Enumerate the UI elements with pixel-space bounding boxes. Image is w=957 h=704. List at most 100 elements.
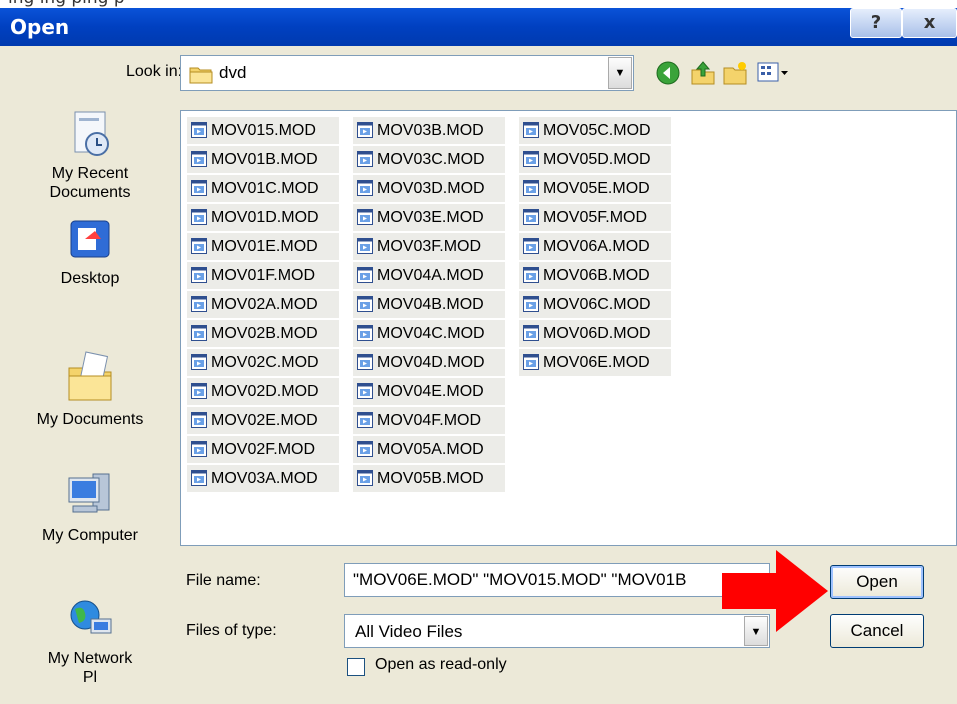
cancel-button[interactable]: Cancel	[830, 614, 924, 648]
file-name: MOV06C.MOD	[543, 296, 651, 313]
video-file-icon	[523, 151, 539, 167]
file-name: MOV04A.MOD	[377, 267, 484, 284]
video-file-icon	[523, 354, 539, 370]
file-item[interactable]: MOV02F.MOD	[187, 436, 339, 463]
video-file-icon	[191, 151, 207, 167]
places-bar: My Recent Documents Desktop My Documents…	[10, 100, 170, 704]
help-button[interactable]: ?	[850, 8, 902, 38]
look-in-value: dvd	[219, 63, 247, 82]
file-item[interactable]: MOV01E.MOD	[187, 233, 339, 260]
file-item[interactable]: MOV05C.MOD	[519, 117, 671, 144]
file-item[interactable]: MOV05B.MOD	[353, 465, 505, 492]
video-file-icon	[357, 180, 373, 196]
video-file-icon	[191, 122, 207, 138]
file-type-value: All Video Files	[355, 622, 463, 641]
file-item[interactable]: MOV015.MOD	[187, 117, 339, 144]
file-name: MOV01E.MOD	[211, 238, 318, 255]
file-name: MOV06A.MOD	[543, 238, 650, 255]
video-file-icon	[191, 209, 207, 225]
video-file-icon	[523, 122, 539, 138]
file-item[interactable]: MOV03D.MOD	[353, 175, 505, 202]
video-file-icon	[357, 470, 373, 486]
file-item[interactable]: MOV01D.MOD	[187, 204, 339, 231]
video-file-icon	[357, 151, 373, 167]
file-item[interactable]: MOV04A.MOD	[353, 262, 505, 289]
up-folder-icon[interactable]	[690, 60, 716, 86]
file-name: MOV04D.MOD	[377, 354, 485, 371]
back-icon[interactable]	[655, 60, 681, 86]
video-file-icon	[523, 325, 539, 341]
video-file-icon	[357, 325, 373, 341]
file-name: MOV04C.MOD	[377, 325, 485, 342]
file-name-input[interactable]: "MOV06E.MOD" "MOV015.MOD" "MOV01B	[344, 563, 770, 597]
file-item[interactable]: MOV04E.MOD	[353, 378, 505, 405]
video-file-icon	[191, 354, 207, 370]
file-item[interactable]: MOV02A.MOD	[187, 291, 339, 318]
file-name: MOV04E.MOD	[377, 383, 484, 400]
file-name: MOV01C.MOD	[211, 180, 319, 197]
file-item[interactable]: MOV06E.MOD	[519, 349, 671, 376]
file-item[interactable]: MOV04C.MOD	[353, 320, 505, 347]
place-my-network[interactable]: My Network Pl	[10, 595, 170, 687]
file-list[interactable]: MOV015.MOD MOV01B.MOD MOV01C.MOD MOV01D.MOD…	[180, 110, 957, 546]
video-file-icon	[523, 180, 539, 196]
file-name: MOV03D.MOD	[377, 180, 485, 197]
file-item[interactable]: MOV06D.MOD	[519, 320, 671, 347]
file-name: MOV01D.MOD	[211, 209, 319, 226]
file-item[interactable]: MOV06A.MOD	[519, 233, 671, 260]
read-only-label[interactable]: Open as read-only	[375, 656, 507, 674]
file-name: MOV05E.MOD	[543, 180, 650, 197]
video-file-icon	[191, 470, 207, 486]
file-item[interactable]: MOV02D.MOD	[187, 378, 339, 405]
view-menu-icon[interactable]	[756, 60, 790, 86]
open-button[interactable]: Open	[830, 565, 924, 599]
file-item[interactable]: MOV02E.MOD	[187, 407, 339, 434]
file-item[interactable]: MOV03E.MOD	[353, 204, 505, 231]
file-item[interactable]: MOV04D.MOD	[353, 349, 505, 376]
place-label: My Recent Documents	[49, 165, 131, 201]
file-name: MOV05C.MOD	[543, 122, 651, 139]
file-name: MOV05A.MOD	[377, 441, 484, 458]
file-item[interactable]: MOV05A.MOD	[353, 436, 505, 463]
file-item[interactable]: MOV06B.MOD	[519, 262, 671, 289]
file-item[interactable]: MOV03B.MOD	[353, 117, 505, 144]
place-my-recent-documents[interactable]: My Recent Documents	[10, 110, 170, 202]
file-name: MOV03B.MOD	[377, 122, 484, 139]
file-name: MOV02B.MOD	[211, 325, 318, 342]
file-item[interactable]: MOV05F.MOD	[519, 204, 671, 231]
file-item[interactable]: MOV03C.MOD	[353, 146, 505, 173]
dialog-title: Open	[10, 15, 70, 39]
file-item[interactable]: MOV06C.MOD	[519, 291, 671, 318]
video-file-icon	[191, 296, 207, 312]
video-file-icon	[357, 412, 373, 428]
file-item[interactable]: MOV03F.MOD	[353, 233, 505, 260]
place-my-documents[interactable]: My Documents	[10, 350, 170, 429]
file-item[interactable]: MOV02C.MOD	[187, 349, 339, 376]
file-item[interactable]: MOV03A.MOD	[187, 465, 339, 492]
close-button[interactable]: x	[902, 8, 957, 38]
read-only-checkbox[interactable]	[347, 658, 365, 676]
file-name: MOV03A.MOD	[211, 470, 318, 487]
file-item[interactable]: MOV01B.MOD	[187, 146, 339, 173]
video-file-icon	[191, 441, 207, 457]
new-folder-icon[interactable]	[722, 60, 748, 86]
file-item[interactable]: MOV04F.MOD	[353, 407, 505, 434]
file-item[interactable]: MOV01F.MOD	[187, 262, 339, 289]
place-desktop[interactable]: Desktop	[10, 215, 170, 288]
background-strip: ing ing ping p	[0, 0, 957, 8]
file-item[interactable]: MOV02B.MOD	[187, 320, 339, 347]
file-name: MOV02E.MOD	[211, 412, 318, 429]
file-item[interactable]: MOV05E.MOD	[519, 175, 671, 202]
place-my-computer[interactable]: My Computer	[10, 470, 170, 545]
file-item[interactable]: MOV04B.MOD	[353, 291, 505, 318]
video-file-icon	[523, 296, 539, 312]
file-type-dropdown[interactable]: All Video Files ▼	[344, 614, 770, 648]
file-item[interactable]: MOV01C.MOD	[187, 175, 339, 202]
look-in-dropdown[interactable]: dvd ▼	[180, 55, 634, 91]
video-file-icon	[357, 122, 373, 138]
video-file-icon	[357, 383, 373, 399]
file-name: MOV04F.MOD	[377, 412, 482, 429]
look-in-dropdown-button[interactable]: ▼	[608, 57, 632, 89]
file-item[interactable]: MOV05D.MOD	[519, 146, 671, 173]
file-name: MOV03F.MOD	[377, 238, 482, 255]
